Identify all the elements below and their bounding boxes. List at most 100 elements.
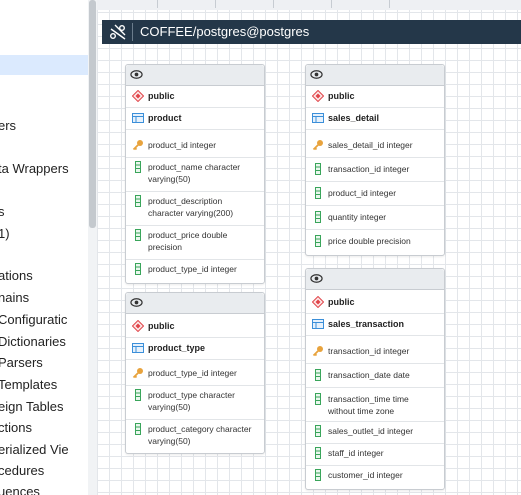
column-text: product_id integer [148, 140, 217, 150]
tree-scrollbar[interactable] [88, 0, 97, 495]
tree-scrollbar-thumb[interactable] [89, 0, 96, 228]
toolbar-divider [273, 0, 274, 8]
card-header[interactable] [306, 65, 444, 86]
key-icon [132, 140, 143, 151]
column-text: transaction_date date [328, 370, 410, 380]
column-text: product_description character varying(20… [148, 196, 234, 218]
column-icon [315, 211, 321, 223]
card-header[interactable] [126, 65, 264, 86]
tree-item[interactable]: ations [0, 268, 33, 284]
tree-item[interactable]: nains [0, 290, 29, 306]
table-name-row: sales_transaction [306, 315, 444, 336]
column-icon [135, 229, 141, 241]
tree-item[interactable]: Configuratic [0, 312, 67, 328]
table-card-sales-transaction[interactable]: public sales_transaction transaction_id … [305, 268, 445, 490]
column-row: product_id integer [306, 183, 444, 206]
column-row: customer_id integer [306, 465, 444, 487]
column-row: staff_id integer [306, 443, 444, 466]
schema-name: public [328, 297, 355, 307]
column-row: transaction_date date [306, 365, 444, 388]
column-row: product_price double precision [126, 225, 264, 260]
schema-name: public [328, 91, 355, 101]
column-row: transaction_id integer [306, 341, 444, 364]
table-name-row: sales_detail [306, 109, 444, 130]
column-text: transaction_id integer [328, 164, 410, 174]
card-header[interactable] [306, 269, 444, 290]
tree-selected-row[interactable] [0, 55, 88, 75]
tree-item[interactable]: Parsers [0, 355, 43, 371]
tree-item[interactable]: 1) [0, 226, 10, 242]
table-icon [132, 113, 144, 123]
title-separator [132, 23, 133, 41]
column-text: product_name character varying(50) [148, 162, 241, 184]
schema-row: public [306, 293, 444, 314]
column-row: product_id integer [126, 135, 264, 158]
erd-diagram-icon [110, 24, 126, 40]
table-card-product-type[interactable]: public product_type product_type_id inte… [125, 292, 265, 454]
schema-row: public [306, 87, 444, 108]
tree-item[interactable]: erialized Vie [0, 442, 69, 458]
tree-item[interactable]: eign Tables [0, 399, 64, 415]
column-icon [315, 425, 321, 437]
column-row: product_type_id integer [126, 259, 264, 281]
key-icon [132, 368, 143, 379]
table-name: sales_detail [328, 113, 380, 123]
tree-item[interactable]: Templates [0, 377, 57, 393]
column-icon [315, 163, 321, 175]
toolbar-divider [157, 0, 158, 8]
eye-icon[interactable] [130, 68, 143, 81]
column-text: sales_outlet_id integer [328, 426, 414, 436]
eye-icon[interactable] [310, 68, 323, 81]
column-row: transaction_id integer [306, 159, 444, 182]
table-name-row: product [126, 109, 264, 130]
key-icon [312, 140, 323, 151]
column-row: product_type character varying(50) [126, 385, 264, 420]
erd-title: COFFEE/postgres@postgres [140, 24, 310, 39]
column-icon [315, 235, 321, 247]
tree-item[interactable]: ers [0, 118, 16, 134]
table-card-sales-detail[interactable]: public sales_detail sales_detail_id inte… [305, 64, 445, 256]
table-name: product [148, 113, 182, 123]
tree-item[interactable]: cedures [0, 463, 44, 479]
column-text: product_type_id integer [148, 368, 237, 378]
erd-canvas[interactable]: COFFEE/postgres@postgres public product … [97, 0, 521, 495]
column-row: transaction_time time without time zone [306, 389, 444, 422]
schema-name: public [148, 321, 175, 331]
column-row: sales_outlet_id integer [306, 421, 444, 444]
column-icon [315, 369, 321, 381]
schema-name: public [148, 91, 175, 101]
tree-item[interactable]: ta Wrappers [0, 161, 69, 177]
table-name-row: product_type [126, 339, 264, 360]
toolbar-divider [331, 0, 332, 8]
key-icon [312, 346, 323, 357]
schema-diamond-icon [132, 90, 144, 102]
erd-toolbar-strip [97, 0, 521, 10]
card-header[interactable] [126, 293, 264, 314]
tree-item[interactable]: s [0, 204, 5, 220]
schema-row: public [126, 87, 264, 108]
column-text: product_type_id integer [148, 264, 237, 274]
column-icon [135, 195, 141, 207]
eye-icon[interactable] [130, 296, 143, 309]
eye-icon[interactable] [310, 272, 323, 285]
table-card-product[interactable]: public product product_id integer produc… [125, 64, 265, 284]
schema-diamond-icon [132, 320, 144, 332]
column-icon [135, 161, 141, 173]
tree-item[interactable]: ctions [0, 420, 32, 436]
table-name: sales_transaction [328, 319, 405, 329]
column-icon [315, 469, 321, 481]
tree-item[interactable]: Dictionaries [0, 334, 66, 350]
table-icon [312, 319, 324, 329]
column-icon [135, 423, 141, 435]
column-text: sales_detail_id integer [328, 140, 413, 150]
column-text: customer_id integer [328, 470, 403, 480]
schema-row: public [126, 317, 264, 338]
column-icon [315, 447, 321, 459]
column-text: quantity integer [328, 212, 387, 222]
schema-diamond-icon [312, 296, 324, 308]
erd-title-bar: COFFEE/postgres@postgres [102, 20, 521, 44]
column-row: product_name character varying(50) [126, 157, 264, 192]
column-row: product_description character varying(20… [126, 191, 264, 226]
column-text: product_id integer [328, 188, 397, 198]
tree-item[interactable]: uences [0, 484, 40, 495]
